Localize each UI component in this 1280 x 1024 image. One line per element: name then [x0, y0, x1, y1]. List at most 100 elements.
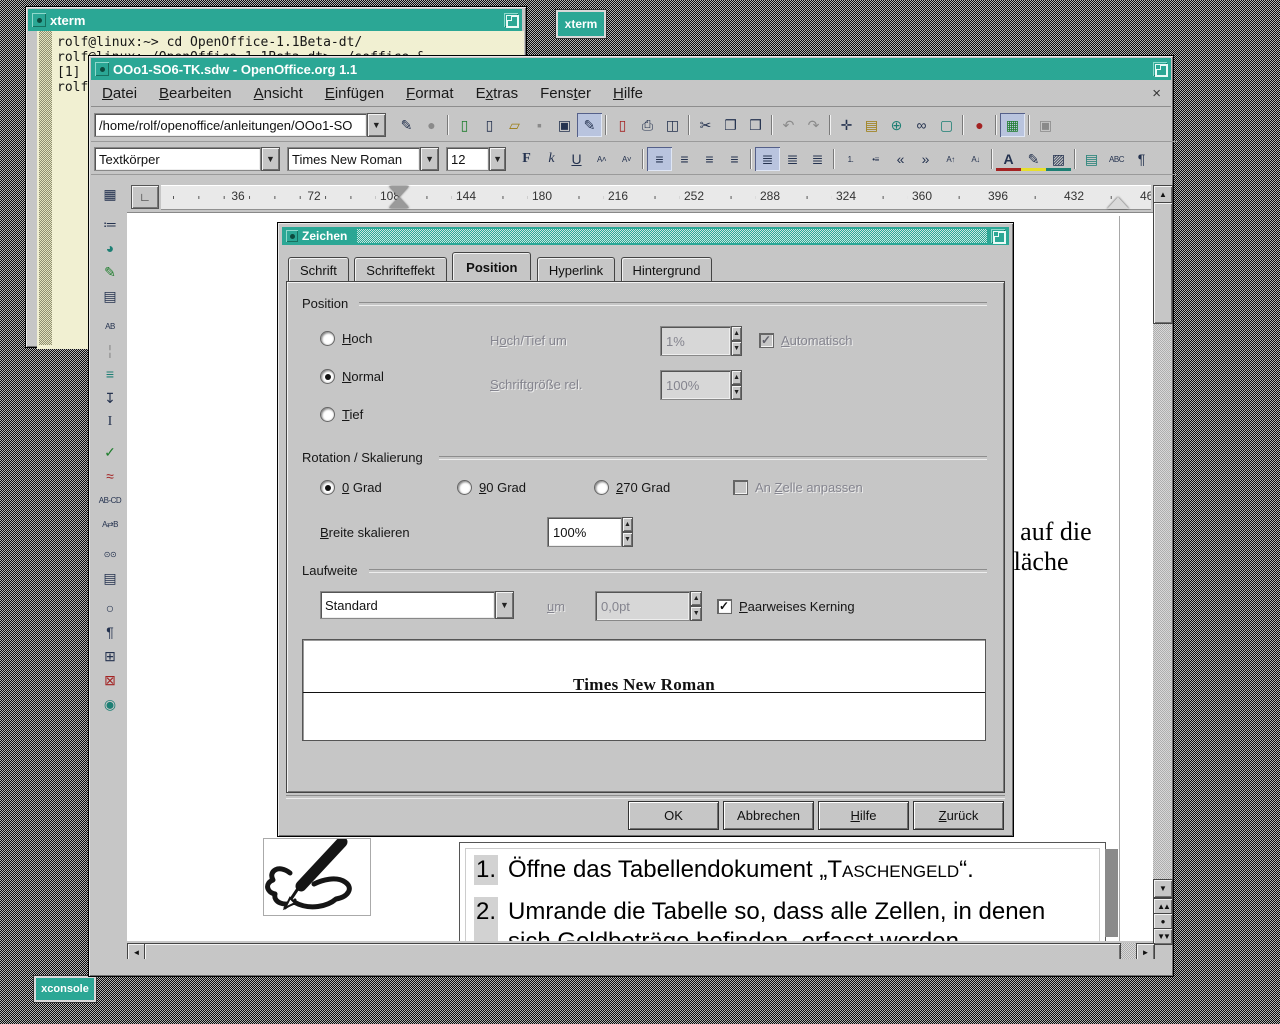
- spin-down-icon[interactable]: ▼: [690, 606, 702, 621]
- internet-icon[interactable]: ◉: [98, 692, 123, 716]
- insert-hyperlink-icon[interactable]: ⊕: [884, 113, 909, 137]
- menu-format[interactable]: Format: [395, 81, 465, 106]
- thesaurus-icon[interactable]: AB-CD: [98, 488, 123, 512]
- laufweite-dropdown[interactable]: Standard ▼: [320, 591, 514, 619]
- navigator-icon[interactable]: ✛: [834, 113, 859, 137]
- font-combobox[interactable]: Times New Roman ▼: [287, 147, 439, 171]
- bullets-icon[interactable]: •≡: [863, 147, 888, 171]
- insert-object-icon[interactable]: ◕: [98, 236, 123, 260]
- line-spacing-1-icon[interactable]: ≣: [755, 147, 780, 171]
- tab-stop-type-button[interactable]: ∟: [131, 185, 159, 209]
- scrollbar-thumb[interactable]: [1153, 202, 1173, 324]
- online-layout-icon[interactable]: ⊠: [98, 668, 123, 692]
- direct-cursor-icon[interactable]: ¦: [98, 338, 123, 362]
- paste-icon[interactable]: ❒: [743, 113, 768, 137]
- xterm-titlebar[interactable]: xterm: [28, 9, 522, 31]
- radio-row-270grad[interactable]: 270 Grad: [594, 480, 670, 495]
- data-sources-icon[interactable]: ▤: [98, 566, 123, 590]
- auto-spellcheck-icon[interactable]: ≈: [98, 464, 123, 488]
- radio-row-90grad[interactable]: 90 Grad: [457, 480, 526, 495]
- show-draw-functions-icon[interactable]: ✎: [98, 260, 123, 284]
- xconsole-icon-label[interactable]: xconsole: [34, 976, 96, 1002]
- hierarchy-icon[interactable]: ↧: [98, 386, 123, 410]
- font-color-icon[interactable]: A: [996, 147, 1021, 171]
- superscript-icon[interactable]: A˄: [589, 147, 614, 171]
- spin-down-icon[interactable]: ▼: [731, 341, 742, 356]
- page-styles-icon[interactable]: ▤: [1079, 147, 1104, 171]
- window-menu-button[interactable]: [95, 62, 109, 76]
- window-menu-button[interactable]: [286, 230, 298, 242]
- style-combobox[interactable]: Textkörper ▼: [94, 147, 280, 171]
- radio-row-0grad[interactable]: 0 Grad: [320, 480, 382, 495]
- tab-hintergrund[interactable]: Hintergrund: [620, 257, 713, 282]
- app-titlebar[interactable]: OOo1-SO6-TK.sdw - OpenOffice.org 1.1: [91, 58, 1171, 80]
- help-button[interactable]: Hilfe: [818, 801, 909, 830]
- radio-row-hoch[interactable]: Hoch: [320, 331, 372, 346]
- url-combobox[interactable]: /home/rolf/openoffice/anleitungen/OOo1-S…: [94, 113, 386, 137]
- bold-icon[interactable]: F: [514, 147, 539, 171]
- line-spacing-2-icon[interactable]: ≣: [805, 147, 830, 171]
- gallery-icon[interactable]: ▦: [1000, 113, 1025, 137]
- indent-marker[interactable]: [389, 186, 409, 197]
- formatting-marks-icon[interactable]: ¶: [98, 620, 123, 644]
- restore-icon[interactable]: [504, 13, 519, 28]
- right-indent-marker[interactable]: [1107, 197, 1129, 209]
- radio-270-grad[interactable]: [594, 480, 609, 495]
- record-changes-icon[interactable]: ●: [967, 113, 992, 137]
- numbering-icon[interactable]: 1.: [838, 147, 863, 171]
- redo-icon[interactable]: ↷: [801, 113, 826, 137]
- menu-hilfe[interactable]: Hilfe: [602, 81, 654, 106]
- vertical-scrollbar[interactable]: ▲ ▼ ▲▲ ● ▼▼: [1153, 185, 1173, 945]
- chevron-down-icon[interactable]: ▼: [494, 591, 514, 619]
- close-document-button[interactable]: ×: [1142, 85, 1171, 102]
- insert-graphics-icon[interactable]: ▪: [527, 113, 552, 137]
- align-center-icon[interactable]: ≡: [672, 147, 697, 171]
- image-frame[interactable]: [263, 836, 371, 916]
- indent-marker[interactable]: [389, 197, 409, 208]
- readonly-mode-icon[interactable]: ▣: [1033, 113, 1058, 137]
- paragraph-background-icon[interactable]: ▨: [1046, 147, 1071, 171]
- url-field[interactable]: /home/rolf/openoffice/anleitungen/OOo1-S…: [94, 113, 367, 137]
- spellcheck-icon[interactable]: ✓: [98, 440, 123, 464]
- stylist-icon[interactable]: ▤: [859, 113, 884, 137]
- font-size-combobox[interactable]: 12 ▼: [446, 147, 506, 171]
- drag-mode-icon[interactable]: ⊞: [98, 644, 123, 668]
- spin-up-icon[interactable]: ▲: [622, 517, 633, 532]
- radio-tief[interactable]: [320, 407, 335, 422]
- insert-fields-icon[interactable]: ≔: [98, 212, 123, 236]
- tab-position[interactable]: Position: [452, 252, 532, 280]
- menu-datei[interactable]: Datei: [91, 81, 148, 106]
- gallery-screen-icon[interactable]: ▢: [934, 113, 959, 137]
- edit-autotext-icon[interactable]: AB: [98, 314, 123, 338]
- spinner-hochtief[interactable]: 1% ▲ ▼: [660, 326, 742, 356]
- chevron-down-icon[interactable]: ▼: [489, 147, 506, 171]
- radio-row-normal[interactable]: Normal: [320, 369, 384, 384]
- font-size-field[interactable]: 12: [446, 147, 490, 171]
- menu-fenster[interactable]: Fenster: [529, 81, 602, 106]
- subscript-icon[interactable]: A˅: [614, 147, 639, 171]
- menu-bearbeiten[interactable]: Bearbeiten: [148, 81, 243, 106]
- tab-hyperlink[interactable]: Hyperlink: [536, 257, 616, 282]
- menu-einfuegen[interactable]: Einfügen: [314, 81, 395, 106]
- radio-row-tief[interactable]: Tief: [320, 407, 363, 422]
- edit-file-icon[interactable]: ✎: [394, 113, 419, 137]
- export-pdf-icon[interactable]: ▯: [610, 113, 635, 137]
- open-document-icon[interactable]: ▱: [502, 113, 527, 137]
- graphics-onoff-icon[interactable]: ≡: [98, 362, 123, 386]
- line-spacing-15-icon[interactable]: ≣: [780, 147, 805, 171]
- align-right-icon[interactable]: ≡: [697, 147, 722, 171]
- radio-hoch[interactable]: [320, 331, 335, 346]
- copy-icon[interactable]: ❐: [718, 113, 743, 137]
- checkbox-an-zelle-anpassen[interactable]: [733, 480, 748, 495]
- horizontal-scrollbar[interactable]: ◄ ►: [127, 943, 1155, 961]
- checkbox-automatisch[interactable]: [759, 333, 774, 348]
- checkbox-row-automatisch[interactable]: Automatisch: [759, 333, 853, 348]
- checkbox-paarweises-kerning[interactable]: [717, 599, 732, 614]
- horizontal-ruler[interactable]: 36 72 108 144 180 216 252 288 324 360 39…: [161, 185, 1151, 210]
- tab-schrifteffekt[interactable]: Schrifteffekt: [354, 257, 447, 282]
- radio-0-grad[interactable]: [320, 480, 335, 495]
- tab-schrift[interactable]: Schrift: [288, 257, 349, 282]
- new-text-document-icon[interactable]: ▯: [452, 113, 477, 137]
- form-functions-icon[interactable]: ▤: [98, 284, 123, 308]
- search-onoff-icon[interactable]: ⊙⊙: [98, 542, 123, 566]
